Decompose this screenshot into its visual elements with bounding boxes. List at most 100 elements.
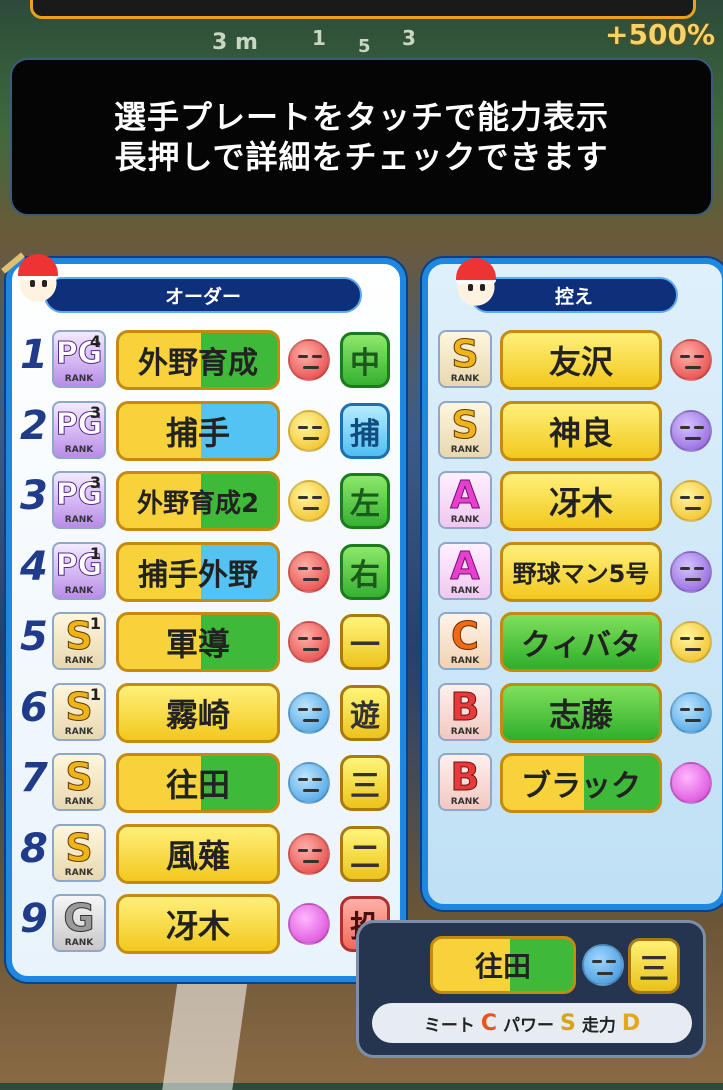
position-badge[interactable]: 捕 bbox=[340, 402, 390, 459]
counter-1: 1 bbox=[312, 26, 326, 50]
rank-letter: G bbox=[63, 896, 95, 940]
mood-face-icon bbox=[288, 762, 330, 804]
mood-eye bbox=[312, 496, 322, 499]
position-badge[interactable]: 二 bbox=[340, 825, 390, 882]
player-plate[interactable]: 外野育成2 bbox=[116, 471, 280, 531]
meet-grade: C bbox=[480, 1010, 498, 1036]
player-plate[interactable]: 捕手外野 bbox=[116, 541, 280, 602]
player-plate[interactable]: 外野育成 bbox=[116, 330, 280, 390]
mood-eye bbox=[694, 566, 704, 570]
rank-label: RANK bbox=[450, 797, 480, 807]
rank-letter: B bbox=[450, 755, 480, 799]
mood-face-icon bbox=[670, 621, 712, 663]
position-badge[interactable]: 遊 bbox=[340, 684, 390, 741]
rank-label: RANK bbox=[450, 444, 480, 455]
mood-eye bbox=[694, 425, 704, 429]
power-grade: S bbox=[560, 1010, 576, 1036]
rank-sub-level: 3 bbox=[89, 402, 101, 422]
order-title: オーダー bbox=[44, 277, 362, 313]
player-plate[interactable]: 冴木 bbox=[116, 894, 280, 954]
rank-letter: S bbox=[65, 825, 93, 870]
mood-mouth bbox=[303, 718, 319, 722]
mood-eye bbox=[298, 848, 308, 852]
mood-eye bbox=[312, 425, 322, 429]
rank-letter: C bbox=[451, 614, 480, 658]
rank-sub-level: 1 bbox=[89, 543, 101, 563]
mood-eye bbox=[312, 848, 322, 852]
bench-mascot-icon bbox=[450, 256, 502, 308]
distance-label: 3 m bbox=[212, 30, 258, 55]
mood-eye bbox=[680, 355, 690, 358]
mood-eye bbox=[298, 707, 308, 711]
rank-label: RANK bbox=[450, 374, 480, 384]
mood-eye bbox=[680, 566, 690, 570]
mood-mouth bbox=[303, 577, 319, 581]
batting-order-number: 9 bbox=[20, 896, 48, 942]
batting-order-number: 3 bbox=[20, 473, 48, 519]
rank-label: RANK bbox=[64, 867, 94, 878]
detail-player-plate[interactable]: 往田 bbox=[430, 936, 576, 994]
rank-badge: PG 1 RANK bbox=[52, 541, 106, 600]
counter-2: 5 bbox=[358, 36, 371, 57]
batting-order-number: 2 bbox=[20, 402, 48, 449]
bench-player-plate[interactable]: 神良 bbox=[500, 400, 662, 461]
meet-label: ミート bbox=[423, 1015, 475, 1036]
rank-sub-level: 1 bbox=[89, 684, 101, 704]
mood-mouth bbox=[303, 366, 319, 369]
mood-mouth bbox=[685, 577, 701, 581]
rank-badge: PG 3 RANK bbox=[52, 400, 106, 459]
bench-player-plate[interactable]: 野球マン5号 bbox=[500, 541, 662, 602]
rank-label: RANK bbox=[64, 656, 94, 666]
rank-badge: S RANK bbox=[52, 823, 106, 882]
player-plate[interactable]: 軍導 bbox=[116, 612, 280, 672]
detail-mood-face-icon bbox=[582, 944, 624, 986]
position-badge[interactable]: 左 bbox=[340, 473, 390, 529]
rank-label: RANK bbox=[450, 656, 480, 666]
mood-face-icon bbox=[288, 903, 330, 945]
bench-player-plate[interactable]: 冴木 bbox=[500, 471, 662, 531]
mood-face-icon bbox=[288, 409, 330, 452]
rank-badge: G RANK bbox=[52, 894, 106, 952]
rank-letter: A bbox=[450, 473, 480, 517]
counter-3: 3 bbox=[402, 26, 416, 50]
detail-stats-bar: ミート C パワー S 走力 D bbox=[372, 1003, 692, 1043]
rank-letter: S bbox=[451, 402, 479, 447]
position-badge[interactable]: 一 bbox=[340, 614, 390, 670]
mood-face-icon bbox=[670, 550, 712, 593]
mood-eye bbox=[298, 355, 308, 358]
mood-eye bbox=[694, 355, 704, 358]
batting-order-number: 8 bbox=[20, 825, 48, 872]
mood-mouth bbox=[685, 507, 701, 510]
rank-badge: S 1 RANK bbox=[52, 612, 106, 670]
player-plate[interactable]: 捕手 bbox=[116, 400, 280, 461]
mood-mouth bbox=[303, 789, 319, 792]
player-plate[interactable]: 往田 bbox=[116, 753, 280, 813]
mood-face-icon bbox=[670, 691, 712, 734]
bench-player-plate[interactable]: 友沢 bbox=[500, 330, 662, 390]
rank-label: RANK bbox=[64, 515, 94, 525]
mood-eye bbox=[312, 778, 322, 781]
instruction-line-1: 選手プレートをタッチで能力表示 bbox=[113, 98, 609, 136]
mood-mouth bbox=[685, 366, 701, 369]
rank-label: RANK bbox=[450, 515, 480, 525]
power-label: パワー bbox=[503, 1015, 555, 1036]
position-badge[interactable]: 三 bbox=[340, 755, 390, 811]
run-label: 走力 bbox=[581, 1015, 616, 1036]
rank-badge: S RANK bbox=[52, 753, 106, 811]
rank-letter: S bbox=[451, 332, 479, 376]
rank-label: RANK bbox=[64, 938, 94, 948]
bench-player-plate[interactable]: 志藤 bbox=[500, 682, 662, 743]
rank-letter: S bbox=[65, 755, 93, 799]
instruction-line-2: 長押しで詳細をチェックできます bbox=[114, 138, 609, 176]
player-plate[interactable]: 風薙 bbox=[116, 823, 280, 884]
player-plate[interactable]: 霧崎 bbox=[116, 682, 280, 743]
batting-order-number: 1 bbox=[20, 332, 48, 378]
bench-player-plate[interactable]: ブラック bbox=[500, 753, 662, 813]
mood-eye bbox=[312, 707, 322, 711]
mood-eye bbox=[298, 496, 308, 499]
position-badge[interactable]: 中 bbox=[340, 332, 390, 388]
position-badge[interactable]: 右 bbox=[340, 543, 390, 600]
mood-eye bbox=[312, 637, 322, 640]
bench-player-plate[interactable]: クィバタ bbox=[500, 612, 662, 672]
rank-label: RANK bbox=[64, 726, 94, 737]
